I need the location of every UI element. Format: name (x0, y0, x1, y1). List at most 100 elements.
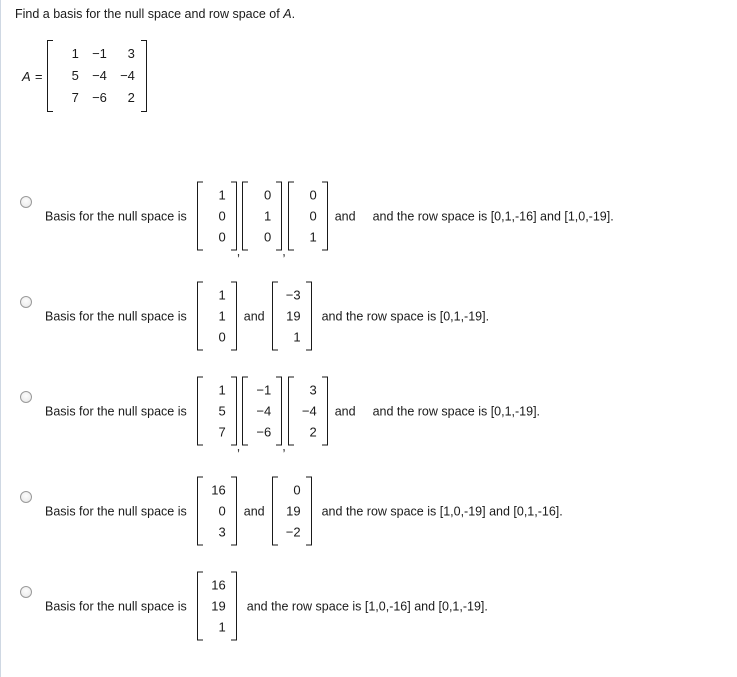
vector-row: 1 (280, 327, 304, 348)
vector-cell: 1 (293, 329, 301, 345)
matrix-row: 5 −4 −4 (55, 65, 139, 87)
bracket-right (140, 40, 147, 112)
column-vector: −1 −4 −6 (242, 376, 283, 446)
vector-cell: 0 (218, 329, 226, 345)
vector-cell: 0 (218, 229, 226, 245)
vector-cell: −6 (256, 424, 272, 440)
vector-cell: 1 (218, 308, 226, 324)
vector-row: 1 (296, 227, 320, 248)
bracket-right (321, 376, 328, 446)
vector-row: 1 (205, 306, 229, 327)
vector-row: 0 (205, 501, 229, 522)
basis-label: Basis for the null space is (45, 599, 187, 613)
bracket-right (276, 376, 283, 446)
vector-row: 16 (205, 575, 229, 596)
column-vector-body: −3 19 1 (278, 282, 306, 351)
bracket-right (230, 281, 237, 351)
bracket-right (230, 181, 237, 251)
vector-cell: 3 (218, 524, 226, 540)
vector-cell: 16 (211, 482, 226, 498)
matrix-a-label: A = (22, 68, 43, 84)
vector-separator-and: and (334, 404, 356, 418)
vector-cell: 3 (309, 382, 317, 398)
radio-button-option-2[interactable] (20, 296, 32, 308)
vector-cell: 5 (218, 403, 226, 419)
vector-row: 0 (296, 206, 320, 227)
vector-cell: 1 (218, 382, 226, 398)
bracket-right (230, 571, 237, 641)
vector-row: 19 (280, 501, 304, 522)
vector-cell: 16 (211, 577, 226, 593)
matrix-cell: 2 (127, 90, 135, 105)
column-vector: 1 0 0 (196, 181, 237, 251)
vector-cell: 0 (218, 208, 226, 224)
vector-row: 0 (296, 185, 320, 206)
vector-cell: −4 (301, 403, 317, 419)
answer-option-content[interactable]: Basis for the null space is 16 0 3 and 0 19 −2 a… (45, 476, 563, 546)
vector-cell: 1 (264, 208, 272, 224)
basis-label: Basis for the null space is (45, 209, 187, 223)
row-space-text: and the row space is [1,0,-19] and [0,1,… (321, 504, 563, 518)
matrix-row: 1 −1 3 (55, 43, 139, 65)
vector-row: 19 (280, 306, 304, 327)
left-edge-rule (0, 0, 1, 677)
bracket-right (305, 281, 312, 351)
vector-row: 2 (296, 422, 320, 443)
answer-option-content[interactable]: Basis for the null space is 1 1 0 and −3 19 1 an… (45, 281, 489, 351)
row-space-text: and the row space is [0,1,-16] and [1,0,… (372, 209, 614, 223)
radio-button-option-5[interactable] (20, 586, 32, 598)
column-vector: 1 1 0 (196, 281, 237, 351)
column-vector: 0 0 1 (287, 181, 328, 251)
vector-cell: 1 (218, 619, 226, 635)
matrix-cell: −6 (92, 90, 107, 105)
vector-row: 0 (250, 185, 274, 206)
vector-cell: 1 (218, 287, 226, 303)
vector-row: 1 (250, 206, 274, 227)
column-vector-body: 1 0 0 (203, 182, 231, 251)
column-vector-body: −1 −4 −6 (248, 377, 276, 446)
vector-row: 19 (205, 596, 229, 617)
vector-cell: 1 (218, 187, 226, 203)
vector-row: 0 (205, 206, 229, 227)
column-vector-body: 0 0 1 (294, 182, 322, 251)
vector-cell: 0 (218, 503, 226, 519)
matrix-cell: 5 (71, 68, 79, 83)
matrix-cell: −4 (120, 68, 135, 83)
radio-button-option-3[interactable] (20, 391, 32, 403)
vector-row: −4 (296, 401, 320, 422)
basis-label: Basis for the null space is (45, 404, 187, 418)
vector-separator-and: and (243, 504, 265, 518)
vector-row: 1 (205, 185, 229, 206)
answer-option-content[interactable]: Basis for the null space is 16 19 1 and the … (45, 571, 488, 641)
answer-option-content[interactable]: Basis for the null space is 1 0 0, 0 1 0, 0 0 1 an… (45, 181, 614, 259)
vector-cell: 7 (218, 424, 226, 440)
vector-row: −6 (250, 422, 274, 443)
column-vector-body: 0 19 −2 (278, 477, 306, 546)
vector-cell: −1 (256, 382, 272, 398)
vector-row: −1 (250, 380, 274, 401)
column-vector-body: 16 19 1 (203, 572, 231, 641)
prompt-text-after: . (291, 7, 296, 21)
answer-option-content[interactable]: Basis for the null space is 1 5 7, −1 −4 −6, 3−… (45, 376, 541, 454)
vector-cell: 0 (293, 482, 301, 498)
radio-button-option-4[interactable] (20, 491, 32, 503)
vector-row: 16 (205, 480, 229, 501)
row-space-text: and the row space is [0,1,-19]. (372, 404, 541, 418)
vector-cell: −4 (256, 403, 272, 419)
vector-cell: 1 (309, 229, 317, 245)
matrix-cell: 1 (71, 46, 79, 61)
matrix-a-grid: 1 −1 3 5 −4 −4 7 −6 2 (46, 40, 147, 112)
matrix-row: 7 −6 2 (55, 87, 139, 109)
column-vector: 16 19 1 (196, 571, 237, 641)
vector-cell: 0 (264, 229, 272, 245)
prompt-variable: A (283, 7, 292, 21)
vector-cell: 0 (309, 187, 317, 203)
radio-button-option-1[interactable] (20, 196, 32, 208)
column-vector: 0 1 0 (242, 181, 283, 251)
basis-label: Basis for the null space is (45, 504, 187, 518)
matrix-a: A = 1 −1 3 5 −4 −4 7 −6 2 (22, 40, 147, 112)
matrix-cell: −1 (92, 46, 107, 61)
vector-cell: 19 (286, 503, 301, 519)
vector-row: 1 (205, 380, 229, 401)
bracket-right (230, 376, 237, 446)
